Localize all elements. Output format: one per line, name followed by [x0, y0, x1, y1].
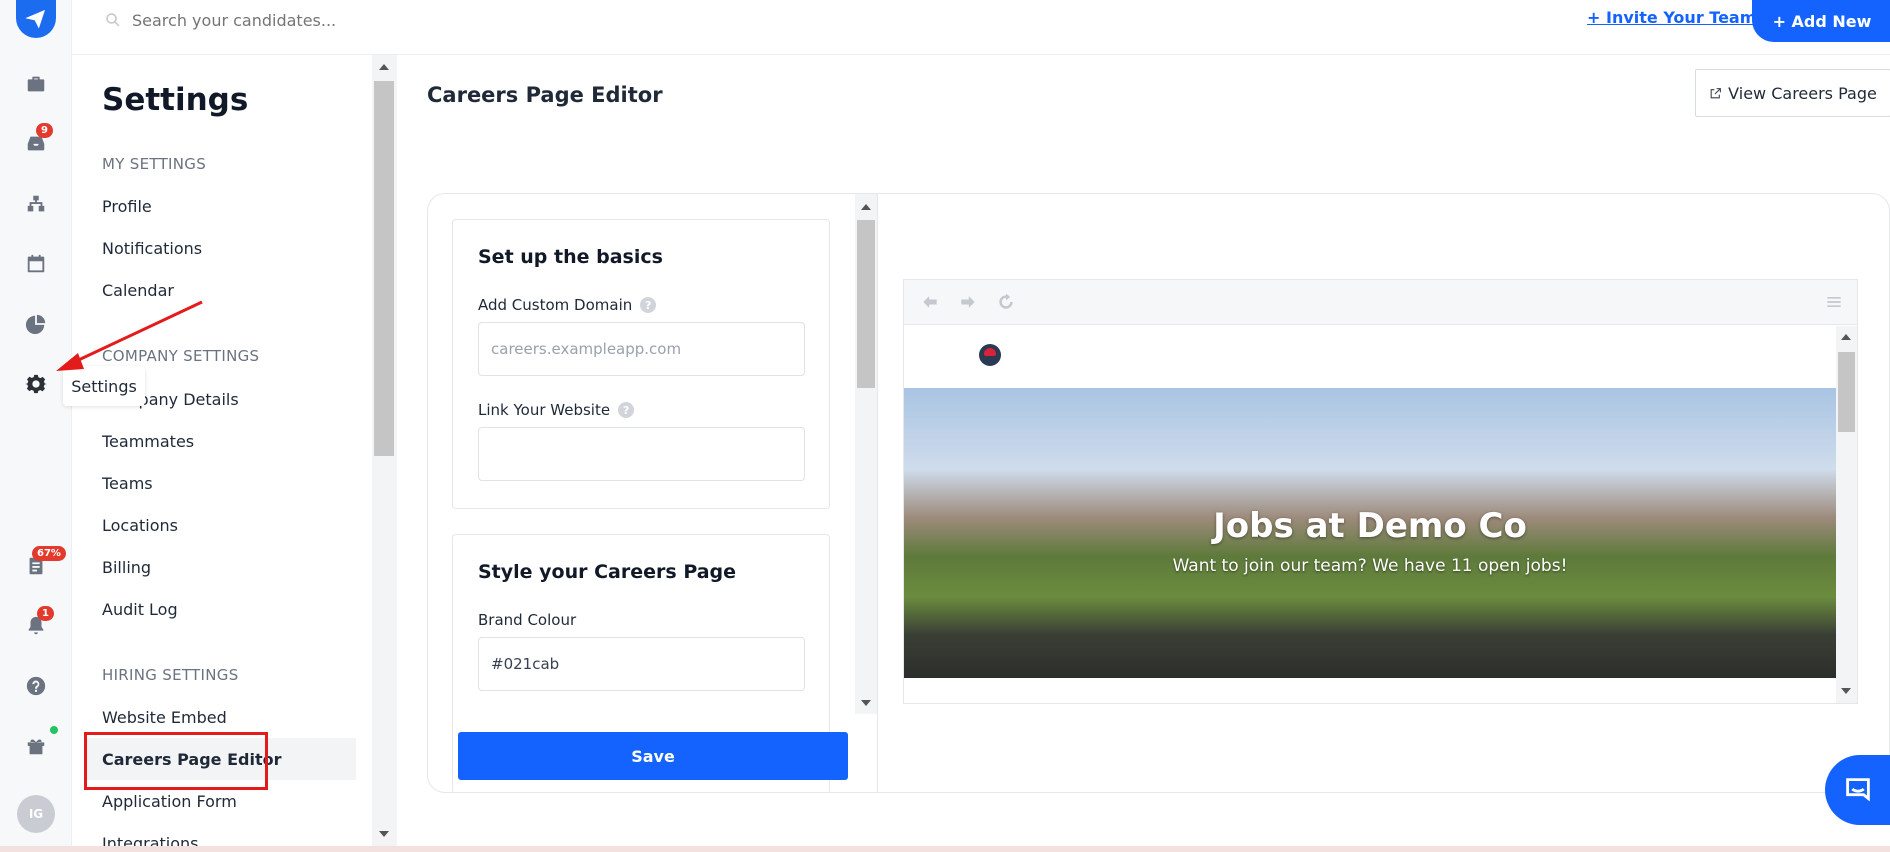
nav-item-notifications[interactable]: Notifications — [102, 239, 202, 258]
search-input[interactable] — [132, 10, 652, 30]
search-icon — [106, 13, 120, 27]
external-link-icon — [1710, 87, 1722, 98]
inbox-badge: 9 — [36, 123, 53, 138]
add-new-label: Add New — [1791, 11, 1872, 31]
nav-item-locations[interactable]: Locations — [102, 516, 178, 535]
website-label-text: Link Your Website — [478, 401, 611, 419]
calendar-icon[interactable] — [22, 250, 50, 278]
notifications-badge: 1 — [37, 606, 54, 621]
gear-icon[interactable] — [22, 370, 50, 398]
basics-card: Set up the basics Add Custom Domain? Lin… — [452, 219, 830, 509]
help-icon[interactable] — [22, 672, 50, 700]
chat-icon — [1845, 778, 1870, 802]
company-logo-icon — [979, 344, 1001, 366]
help-icon[interactable]: ? — [618, 402, 635, 418]
help-icon[interactable]: ? — [640, 297, 657, 313]
preview-browser-bar — [904, 280, 1857, 325]
scroll-up-arrow[interactable] — [1841, 334, 1851, 340]
custom-domain-label: Add Custom Domain? — [478, 296, 657, 314]
careers-editor-panel: Set up the basics Add Custom Domain? Lin… — [427, 193, 1890, 793]
back-arrow-icon — [923, 296, 937, 308]
gift-icon[interactable] — [22, 732, 50, 760]
briefcase-icon[interactable] — [22, 70, 50, 98]
invite-team-label: Invite Your Team — [1605, 8, 1757, 27]
nav-item-audit-log[interactable]: Audit Log — [102, 600, 178, 619]
search-bar — [104, 6, 704, 34]
paper-plane-logo-icon[interactable] — [16, 0, 56, 38]
avatar[interactable]: IG — [17, 795, 55, 833]
hero-banner: Jobs at Demo Co Want to join our team? W… — [904, 388, 1836, 678]
settings-pane-scrollbar[interactable] — [855, 194, 877, 714]
nav-item-teammates[interactable]: Teammates — [102, 432, 194, 451]
brand-colour-input[interactable] — [478, 637, 805, 691]
top-bar: + Invite Your Team + Add New — [72, 0, 1890, 55]
invite-team-link[interactable]: + Invite Your Team — [1587, 8, 1756, 27]
highlight-box — [84, 732, 268, 790]
hiring-settings-header: HIRING SETTINGS — [102, 666, 239, 684]
nav-item-billing[interactable]: Billing — [102, 558, 151, 577]
settings-nav: Settings MY SETTINGS Profile Notificatio… — [72, 55, 372, 852]
company-settings-header: COMPANY SETTINGS — [102, 347, 260, 365]
settings-tooltip: Settings — [63, 366, 145, 406]
settings-title: Settings — [102, 82, 249, 118]
scroll-up-arrow[interactable] — [861, 204, 871, 210]
brand-colour-label: Brand Colour — [478, 611, 577, 629]
website-input[interactable] — [478, 427, 805, 481]
scroll-thumb[interactable] — [374, 81, 394, 456]
page-title: Careers Page Editor — [427, 83, 663, 107]
pie-chart-icon[interactable] — [22, 310, 50, 338]
scroll-down-arrow[interactable] — [1841, 688, 1851, 694]
scroll-down-arrow[interactable] — [861, 700, 871, 706]
nav-item-calendar[interactable]: Calendar — [102, 281, 174, 300]
website-label: Link Your Website? — [478, 401, 635, 419]
status-dot — [50, 726, 58, 734]
hero-title: Jobs at Demo Co — [1213, 506, 1527, 546]
bottom-strip — [0, 846, 1890, 852]
icon-rail: 9 67% 1 IG — [0, 0, 72, 852]
save-button[interactable]: Save — [458, 732, 848, 780]
nav-item-website-embed[interactable]: Website Embed — [102, 708, 227, 727]
style-title: Style your Careers Page — [478, 561, 737, 583]
my-settings-header: MY SETTINGS — [102, 155, 207, 173]
custom-domain-label-text: Add Custom Domain — [478, 296, 633, 314]
menu-icon — [1827, 297, 1841, 307]
main-content: Careers Page Editor View Careers Page Se… — [397, 55, 1890, 852]
org-chart-icon[interactable] — [22, 190, 50, 218]
refresh-icon — [999, 293, 1013, 309]
nav-scrollbar[interactable] — [372, 55, 397, 852]
nav-item-teams[interactable]: Teams — [102, 474, 153, 493]
scroll-up-arrow[interactable] — [379, 64, 389, 70]
basics-title: Set up the basics — [478, 246, 663, 268]
nav-item-profile[interactable]: Profile — [102, 197, 152, 216]
progress-badge: 67% — [32, 546, 66, 561]
custom-domain-input[interactable] — [478, 322, 805, 376]
view-careers-page-label: View Careers Page — [1728, 83, 1877, 103]
preview-page: Jobs at Demo Co Want to join our team? W… — [904, 326, 1836, 703]
nav-item-application-form[interactable]: Application Form — [102, 792, 237, 811]
forward-arrow-icon — [961, 296, 975, 308]
careers-page-preview: Jobs at Demo Co Want to join our team? W… — [903, 279, 1858, 704]
scroll-down-arrow[interactable] — [379, 831, 389, 837]
hero-subtitle: Want to join our team? We have 11 open j… — [1172, 556, 1568, 576]
view-careers-page-button[interactable]: View Careers Page — [1695, 69, 1890, 117]
scroll-thumb[interactable] — [1838, 352, 1855, 432]
preview-scrollbar[interactable] — [1836, 326, 1857, 703]
add-new-button[interactable]: + Add New — [1752, 0, 1890, 42]
editor-settings-pane: Set up the basics Add Custom Domain? Lin… — [428, 194, 878, 792]
scroll-thumb[interactable] — [857, 220, 875, 388]
chat-launcher-button[interactable] — [1825, 755, 1890, 825]
